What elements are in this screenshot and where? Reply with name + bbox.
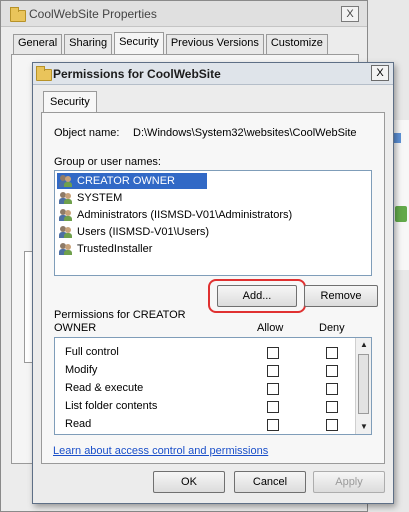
folder-icon <box>10 7 26 22</box>
object-name-label: Object name: <box>54 127 120 139</box>
deny-checkbox[interactable] <box>326 383 338 395</box>
deny-checkbox[interactable] <box>326 401 338 413</box>
apply-button[interactable]: Apply <box>313 471 385 493</box>
allow-checkbox[interactable] <box>267 401 279 413</box>
scroll-thumb[interactable] <box>358 354 369 414</box>
arrow-icon <box>395 206 407 222</box>
list-item[interactable]: CREATOR OWNER <box>57 173 207 189</box>
allow-header: Allow <box>257 322 284 334</box>
permissions-dialog: Permissions for CoolWebSite X Security O… <box>32 62 394 504</box>
group-label: Group or user names: <box>54 156 161 168</box>
object-name-value: D:\Windows\System32\websites\CoolWebSite <box>133 127 357 139</box>
allow-checkbox[interactable] <box>267 383 279 395</box>
user-name: TrustedInstaller <box>77 243 153 255</box>
properties-close-button[interactable]: X <box>341 6 359 22</box>
allow-checkbox[interactable] <box>267 419 279 431</box>
properties-title-bar: CoolWebSite Properties X <box>1 1 367 27</box>
ok-button[interactable]: OK <box>153 471 225 493</box>
users-icon <box>59 192 73 205</box>
folder-icon <box>36 66 52 81</box>
permission-row: Modify <box>55 362 371 380</box>
permission-row: List folder contents <box>55 398 371 416</box>
permission-row: Read <box>55 416 371 434</box>
permission-name: Full control <box>65 346 119 358</box>
permission-row: Full control <box>55 344 371 362</box>
list-item[interactable]: TrustedInstaller <box>57 241 152 257</box>
learn-more-link[interactable]: Learn about access control and permissio… <box>53 445 268 457</box>
tab-previous-versions[interactable]: Previous Versions <box>165 34 264 54</box>
deny-checkbox[interactable] <box>326 419 338 431</box>
tab-general[interactable]: General <box>13 34 63 54</box>
deny-checkbox[interactable] <box>326 365 338 377</box>
remove-button[interactable]: Remove <box>304 285 378 307</box>
user-list[interactable]: CREATOR OWNER SYSTEM Administrators (IIS… <box>54 170 372 276</box>
properties-title: CoolWebSite Properties <box>29 7 157 21</box>
list-item[interactable]: Users (IISMSD-V01\Users) <box>57 224 209 240</box>
user-name: Users (IISMSD-V01\Users) <box>77 226 210 238</box>
permission-name: List folder contents <box>65 400 158 412</box>
users-icon <box>59 226 73 239</box>
add-button[interactable]: Add... <box>217 285 297 307</box>
allow-checkbox[interactable] <box>267 347 279 359</box>
scroll-up-icon[interactable]: ▲ <box>356 338 372 352</box>
user-name: Administrators (IISMSD-V01\Administrator… <box>77 209 293 221</box>
users-icon <box>59 175 73 188</box>
permission-name: Read & execute <box>65 382 144 394</box>
permissions-label-owner: OWNER <box>54 322 97 334</box>
permissions-title: Permissions for CoolWebSite <box>53 67 221 81</box>
tab-sharing[interactable]: Sharing <box>64 34 113 54</box>
cancel-button[interactable]: Cancel <box>234 471 306 493</box>
permission-name: Modify <box>65 364 98 376</box>
permissions-close-button[interactable]: X <box>371 65 389 81</box>
user-name: CREATOR OWNER <box>77 175 175 187</box>
user-name: SYSTEM <box>77 192 123 204</box>
tab-security[interactable]: Security <box>43 91 97 113</box>
permissions-label: Permissions for CREATOR <box>54 309 186 321</box>
security-panel: Object name: D:\Windows\System32\website… <box>41 112 385 464</box>
permissions-list: Full control Modify Read & execute List … <box>54 337 372 435</box>
permissions-scrollbar[interactable]: ▲ ▼ <box>355 338 371 434</box>
tab-security[interactable]: Security <box>114 32 164 54</box>
deny-checkbox[interactable] <box>326 347 338 359</box>
allow-checkbox[interactable] <box>267 365 279 377</box>
users-icon <box>59 209 73 222</box>
permission-name: Read <box>65 418 92 430</box>
tab-customize[interactable]: Customize <box>265 34 328 54</box>
deny-header: Deny <box>319 322 345 334</box>
permissions-title-bar: Permissions for CoolWebSite X <box>33 63 393 85</box>
users-icon <box>59 243 73 256</box>
permission-row: Read & execute <box>55 380 371 398</box>
list-item[interactable]: Administrators (IISMSD-V01\Administrator… <box>57 207 292 223</box>
properties-tabs: General Sharing Security Previous Versio… <box>13 32 330 54</box>
scroll-down-icon[interactable]: ▼ <box>356 420 372 434</box>
list-item[interactable]: SYSTEM <box>57 190 122 206</box>
